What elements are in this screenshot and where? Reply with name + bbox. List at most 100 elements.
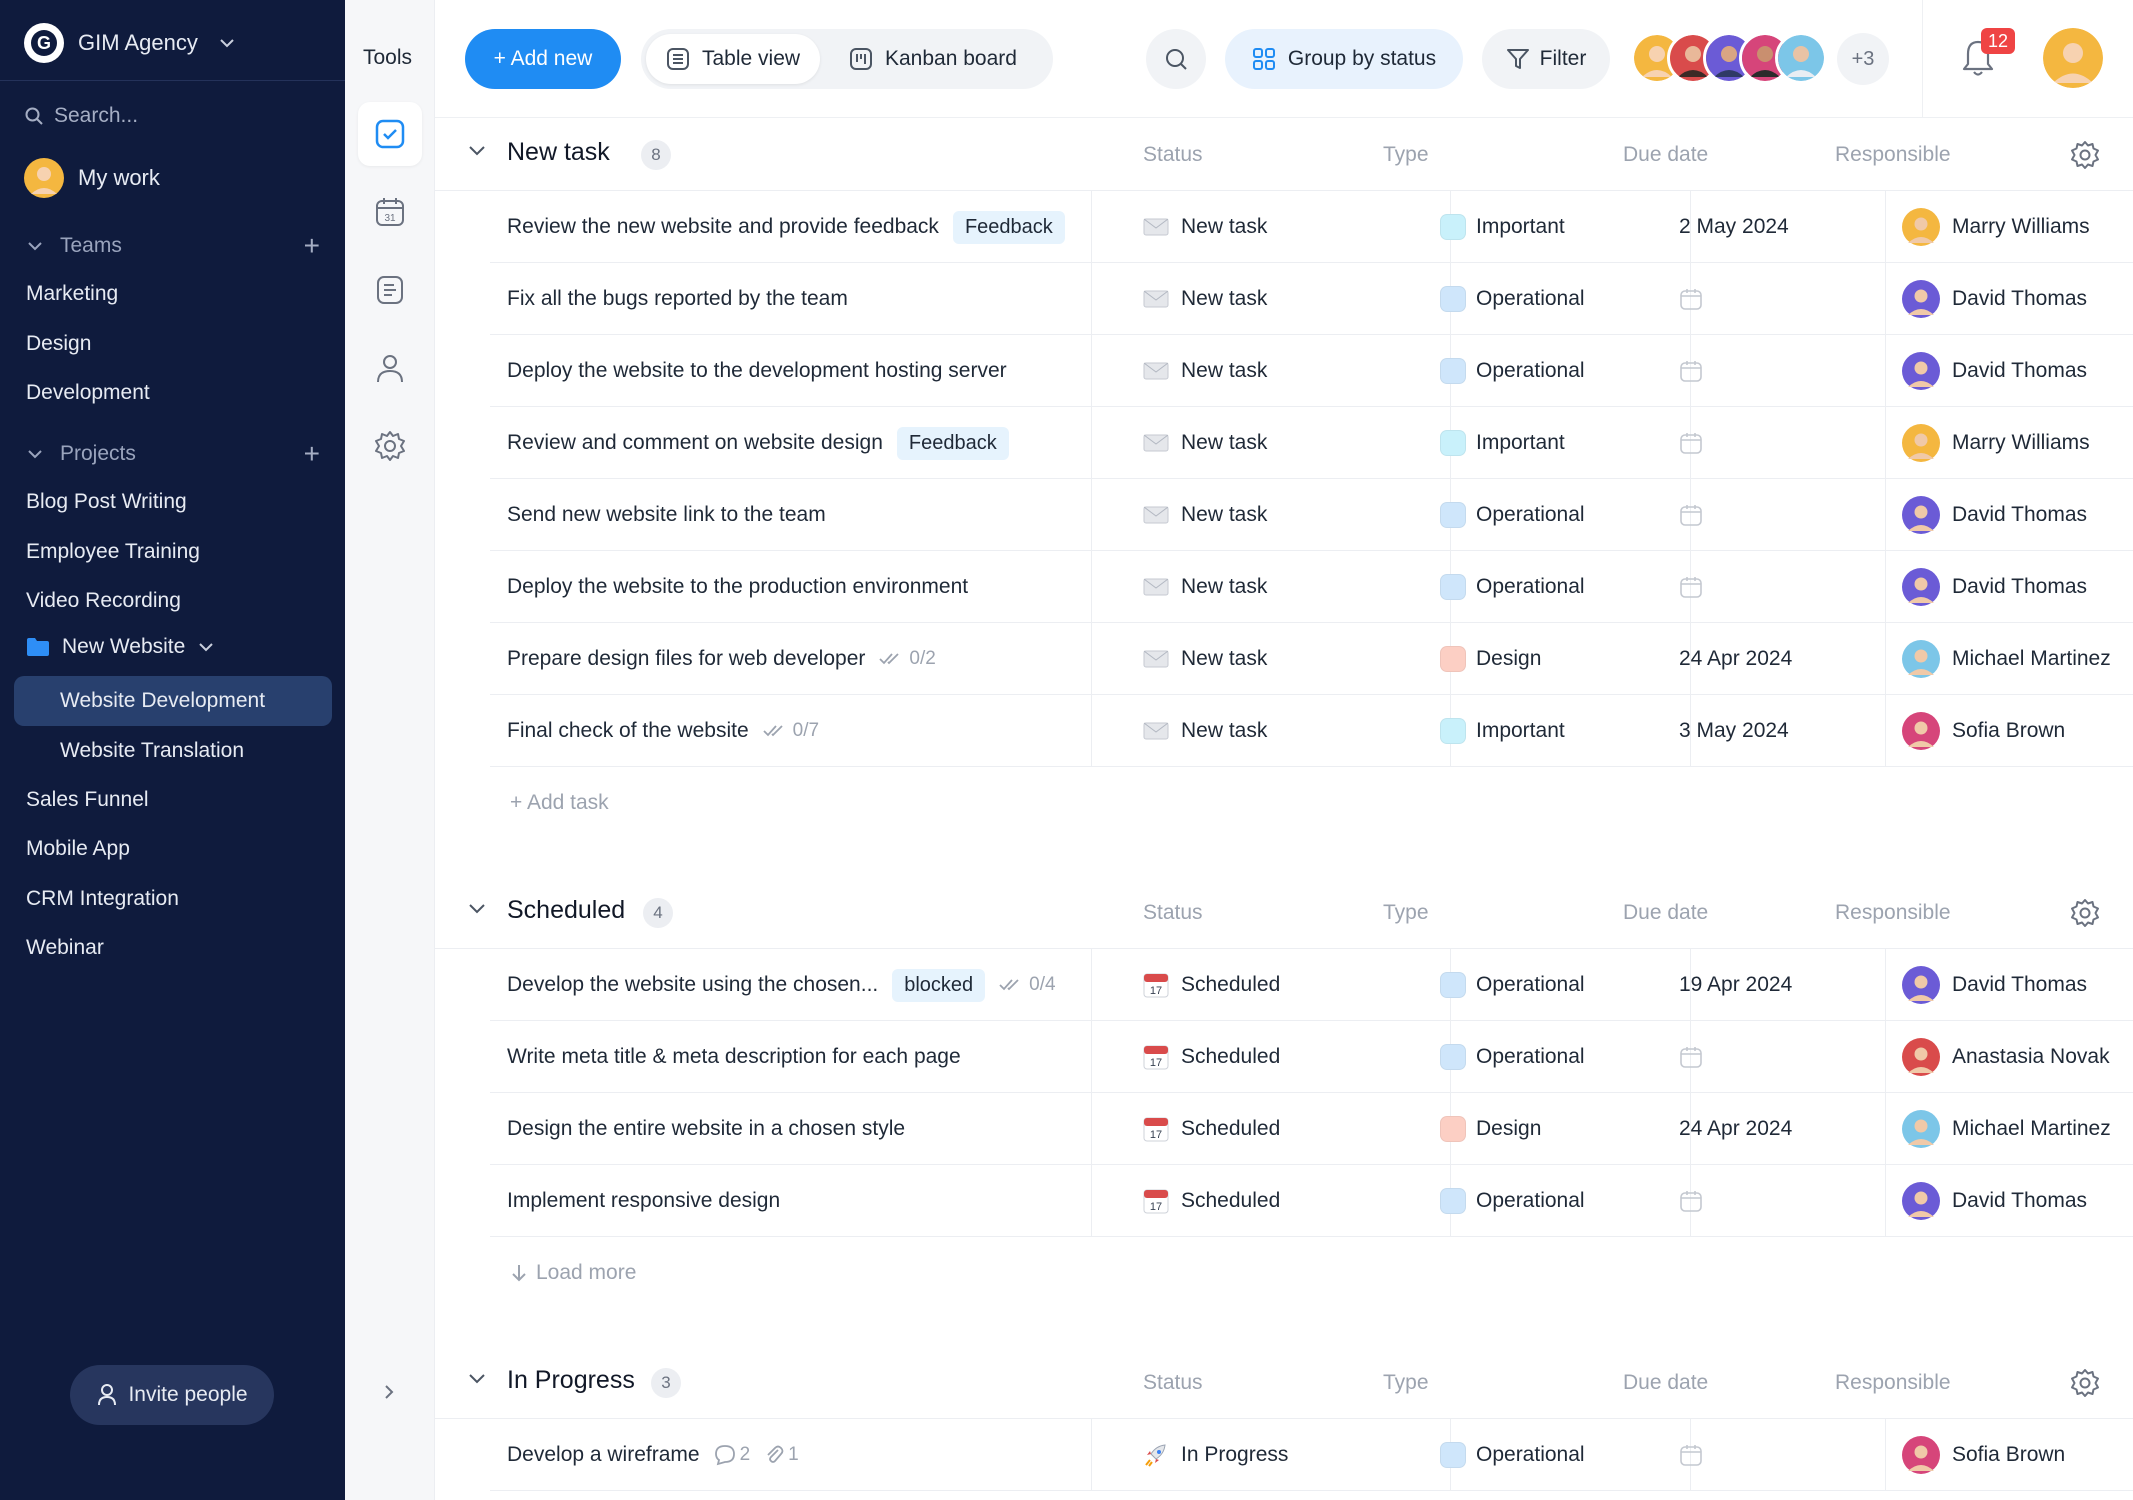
table-row[interactable]: Develop a wireframe 2 1 In Progress Operatio…	[490, 1419, 2133, 1491]
status-cell[interactable]: New task	[1143, 335, 1267, 407]
status-cell[interactable]: New task	[1143, 407, 1267, 479]
more-members-count[interactable]: +3	[1837, 33, 1889, 85]
responsible-cell[interactable]: Marry Williams	[1902, 407, 2090, 479]
due-date-cell[interactable]	[1679, 479, 1703, 551]
responsible-cell[interactable]: Sofia Brown	[1902, 695, 2065, 767]
due-date-cell[interactable]	[1679, 335, 1703, 407]
responsible-cell[interactable]: Michael Martinez	[1902, 1093, 2111, 1165]
tool-people[interactable]	[358, 336, 422, 400]
due-date-cell[interactable]	[1679, 1419, 1703, 1491]
gear-icon[interactable]	[2070, 898, 2100, 928]
due-date-cell[interactable]: 24 Apr 2024	[1679, 1093, 1792, 1165]
table-row[interactable]: Write meta title & meta description for …	[490, 1021, 2133, 1093]
task-name-cell[interactable]: Final check of the website 0/7	[507, 695, 1107, 767]
type-cell[interactable]: Design	[1440, 1093, 1541, 1165]
workspace-switcher[interactable]: G GIM Agency	[24, 22, 236, 64]
status-cell[interactable]: New task	[1143, 695, 1267, 767]
task-name-cell[interactable]: Deploy the website to the development ho…	[507, 335, 1107, 407]
sidebar-item-blog-post-writing[interactable]: Blog Post Writing	[26, 490, 187, 514]
task-name-cell[interactable]: Implement responsive design	[507, 1165, 1107, 1237]
table-row[interactable]: Review the new website and provide feedb…	[490, 191, 2133, 263]
search-button[interactable]	[1146, 29, 1206, 89]
sidebar-item-website-development[interactable]: Website Development	[60, 689, 265, 713]
table-row[interactable]: Review and comment on website design Feed…	[490, 407, 2133, 479]
column-header-type[interactable]: Type	[1383, 1371, 1429, 1395]
add-project-icon[interactable]: +	[304, 438, 320, 470]
type-cell[interactable]: Important	[1440, 695, 1565, 767]
column-header-responsible[interactable]: Responsible	[1835, 143, 1951, 167]
column-header-type[interactable]: Type	[1383, 901, 1429, 925]
type-cell[interactable]: Operational	[1440, 1419, 1585, 1491]
task-name-cell[interactable]: Develop the website using the chosen... b…	[507, 949, 1107, 1021]
column-header-status[interactable]: Status	[1143, 1371, 1203, 1395]
task-tag[interactable]: blocked	[892, 968, 986, 1002]
add-team-icon[interactable]: +	[304, 230, 320, 262]
table-row[interactable]: Deploy the website to the development ho…	[490, 335, 2133, 407]
sidebar-section-teams[interactable]: Teams +	[26, 230, 320, 262]
task-name-cell[interactable]: Develop a wireframe 2 1	[507, 1419, 1107, 1491]
type-cell[interactable]: Operational	[1440, 479, 1585, 551]
column-header-due[interactable]: Due date	[1623, 1371, 1708, 1395]
sidebar-item-development[interactable]: Development	[26, 381, 150, 405]
status-cell[interactable]: 17 Scheduled	[1143, 949, 1280, 1021]
type-cell[interactable]: Operational	[1440, 1165, 1585, 1237]
sidebar-item-sales-funnel[interactable]: Sales Funnel	[26, 788, 149, 812]
task-name-cell[interactable]: Review the new website and provide feedb…	[507, 191, 1107, 263]
due-date-cell[interactable]	[1679, 1021, 1703, 1093]
table-row[interactable]: Send new website link to the team New tas…	[490, 479, 2133, 551]
table-row[interactable]: Final check of the website 0/7 New task Imp…	[490, 695, 2133, 767]
column-header-responsible[interactable]: Responsible	[1835, 1371, 1951, 1395]
table-row[interactable]: Develop the website using the chosen... b…	[490, 949, 2133, 1021]
sidebar-item-design[interactable]: Design	[26, 332, 91, 356]
tool-settings[interactable]	[358, 414, 422, 478]
responsible-cell[interactable]: Sofia Brown	[1902, 1419, 2065, 1491]
column-header-status[interactable]: Status	[1143, 143, 1203, 167]
status-cell[interactable]: New task	[1143, 263, 1267, 335]
due-date-cell[interactable]: 19 Apr 2024	[1679, 949, 1792, 1021]
group-by-status-button[interactable]: Group by status	[1225, 29, 1463, 89]
tab-table-view[interactable]: Table view	[646, 34, 821, 84]
sidebar-item-crm-integration[interactable]: CRM Integration	[26, 887, 179, 911]
filter-button[interactable]: Filter	[1482, 29, 1610, 89]
task-name-cell[interactable]: Write meta title & meta description for …	[507, 1021, 1107, 1093]
due-date-cell[interactable]: 24 Apr 2024	[1679, 623, 1792, 695]
task-name-cell[interactable]: Design the entire website in a chosen st…	[507, 1093, 1107, 1165]
table-row[interactable]: Fix all the bugs reported by the team New…	[490, 263, 2133, 335]
type-cell[interactable]: Operational	[1440, 1021, 1585, 1093]
status-cell[interactable]: New task	[1143, 191, 1267, 263]
status-cell[interactable]: 17 Scheduled	[1143, 1165, 1280, 1237]
column-header-type[interactable]: Type	[1383, 143, 1429, 167]
status-cell[interactable]: 17 Scheduled	[1143, 1093, 1280, 1165]
sidebar-search[interactable]: Search...	[24, 104, 138, 128]
column-header-due[interactable]: Due date	[1623, 143, 1708, 167]
responsible-cell[interactable]: David Thomas	[1902, 1165, 2087, 1237]
chevron-right-icon[interactable]	[379, 1382, 399, 1402]
type-cell[interactable]: Operational	[1440, 551, 1585, 623]
table-row[interactable]: Implement responsive design 17 Scheduled Op…	[490, 1165, 2133, 1237]
responsible-cell[interactable]: Marry Williams	[1902, 191, 2090, 263]
column-header-due[interactable]: Due date	[1623, 901, 1708, 925]
responsible-cell[interactable]: David Thomas	[1902, 551, 2087, 623]
status-cell[interactable]: 17 Scheduled	[1143, 1021, 1280, 1093]
due-date-cell[interactable]: 2 May 2024	[1679, 191, 1789, 263]
tab-kanban-board[interactable]: Kanban board	[829, 34, 1037, 84]
gear-icon[interactable]	[2070, 1368, 2100, 1398]
chevron-down-icon[interactable]	[467, 1368, 487, 1388]
sidebar-item-employee-training[interactable]: Employee Training	[26, 540, 200, 564]
sidebar-item-video-recording[interactable]: Video Recording	[26, 589, 181, 613]
type-cell[interactable]: Important	[1440, 407, 1565, 479]
sidebar-item-marketing[interactable]: Marketing	[26, 282, 118, 306]
load-more-button[interactable]: Load more	[510, 1261, 636, 1285]
type-cell[interactable]: Operational	[1440, 335, 1585, 407]
responsible-cell[interactable]: David Thomas	[1902, 263, 2087, 335]
tool-docs[interactable]	[358, 258, 422, 322]
responsible-cell[interactable]: David Thomas	[1902, 949, 2087, 1021]
table-row[interactable]: Prepare design files for web developer 0/…	[490, 623, 2133, 695]
chevron-down-icon[interactable]	[467, 898, 487, 918]
task-tag[interactable]: Feedback	[896, 426, 1009, 460]
chevron-down-icon[interactable]	[467, 140, 487, 160]
sidebar-item-webinar[interactable]: Webinar	[26, 936, 104, 960]
type-cell[interactable]: Operational	[1440, 949, 1585, 1021]
type-cell[interactable]: Design	[1440, 623, 1541, 695]
column-header-status[interactable]: Status	[1143, 901, 1203, 925]
